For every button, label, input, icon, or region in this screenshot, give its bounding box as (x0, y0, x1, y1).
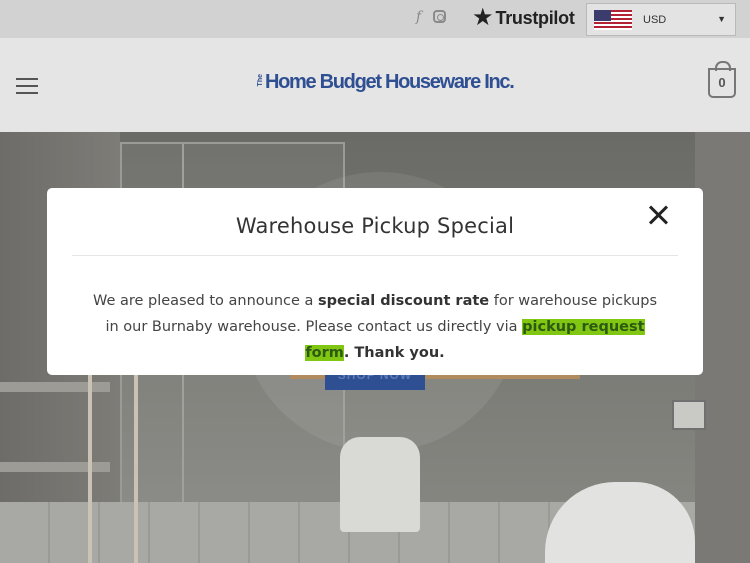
modal-title: Warehouse Pickup Special (235, 214, 515, 238)
hero-wall (695, 132, 750, 563)
logo-text: Home Budget Houseware Inc. (265, 71, 515, 93)
trustpilot-star-icon: ★ (472, 4, 494, 31)
close-icon[interactable] (646, 202, 672, 228)
chevron-down-icon: ▼ (717, 14, 726, 24)
hero-toilet (545, 482, 695, 563)
modal-bold-text: special discount rate (318, 293, 490, 309)
logo-prefix: The (257, 74, 264, 87)
hero-ladder-shelf (88, 362, 138, 563)
cart-count: 0 (718, 75, 726, 90)
trustpilot-link[interactable]: ★ Trustpilot (472, 6, 575, 30)
hamburger-menu-icon[interactable] (16, 78, 38, 94)
modal-divider (72, 255, 678, 256)
site-logo[interactable]: The Home Budget Houseware Inc. (257, 71, 515, 94)
hero-stool (340, 437, 420, 532)
hero-flush-plate (672, 400, 706, 430)
facebook-icon[interactable]: f (416, 9, 421, 25)
modal-text: . Thank you. (343, 345, 445, 361)
top-bar: f ★ Trustpilot USD ▼ (0, 0, 750, 38)
cart-icon[interactable]: 0 (708, 61, 736, 98)
us-flag-icon (594, 10, 632, 30)
instagram-icon[interactable] (433, 10, 446, 26)
trustpilot-label: Trustpilot (495, 7, 575, 28)
currency-selector[interactable]: USD ▼ (586, 3, 736, 36)
currency-value: USD (643, 14, 667, 26)
site-header: The Home Budget Houseware Inc. 0 (0, 38, 750, 132)
modal-text: We are pleased to announce a (92, 293, 319, 309)
promo-modal: Warehouse Pickup Special We are pleased … (47, 188, 703, 375)
modal-body: We are pleased to announce a special dis… (87, 288, 663, 366)
